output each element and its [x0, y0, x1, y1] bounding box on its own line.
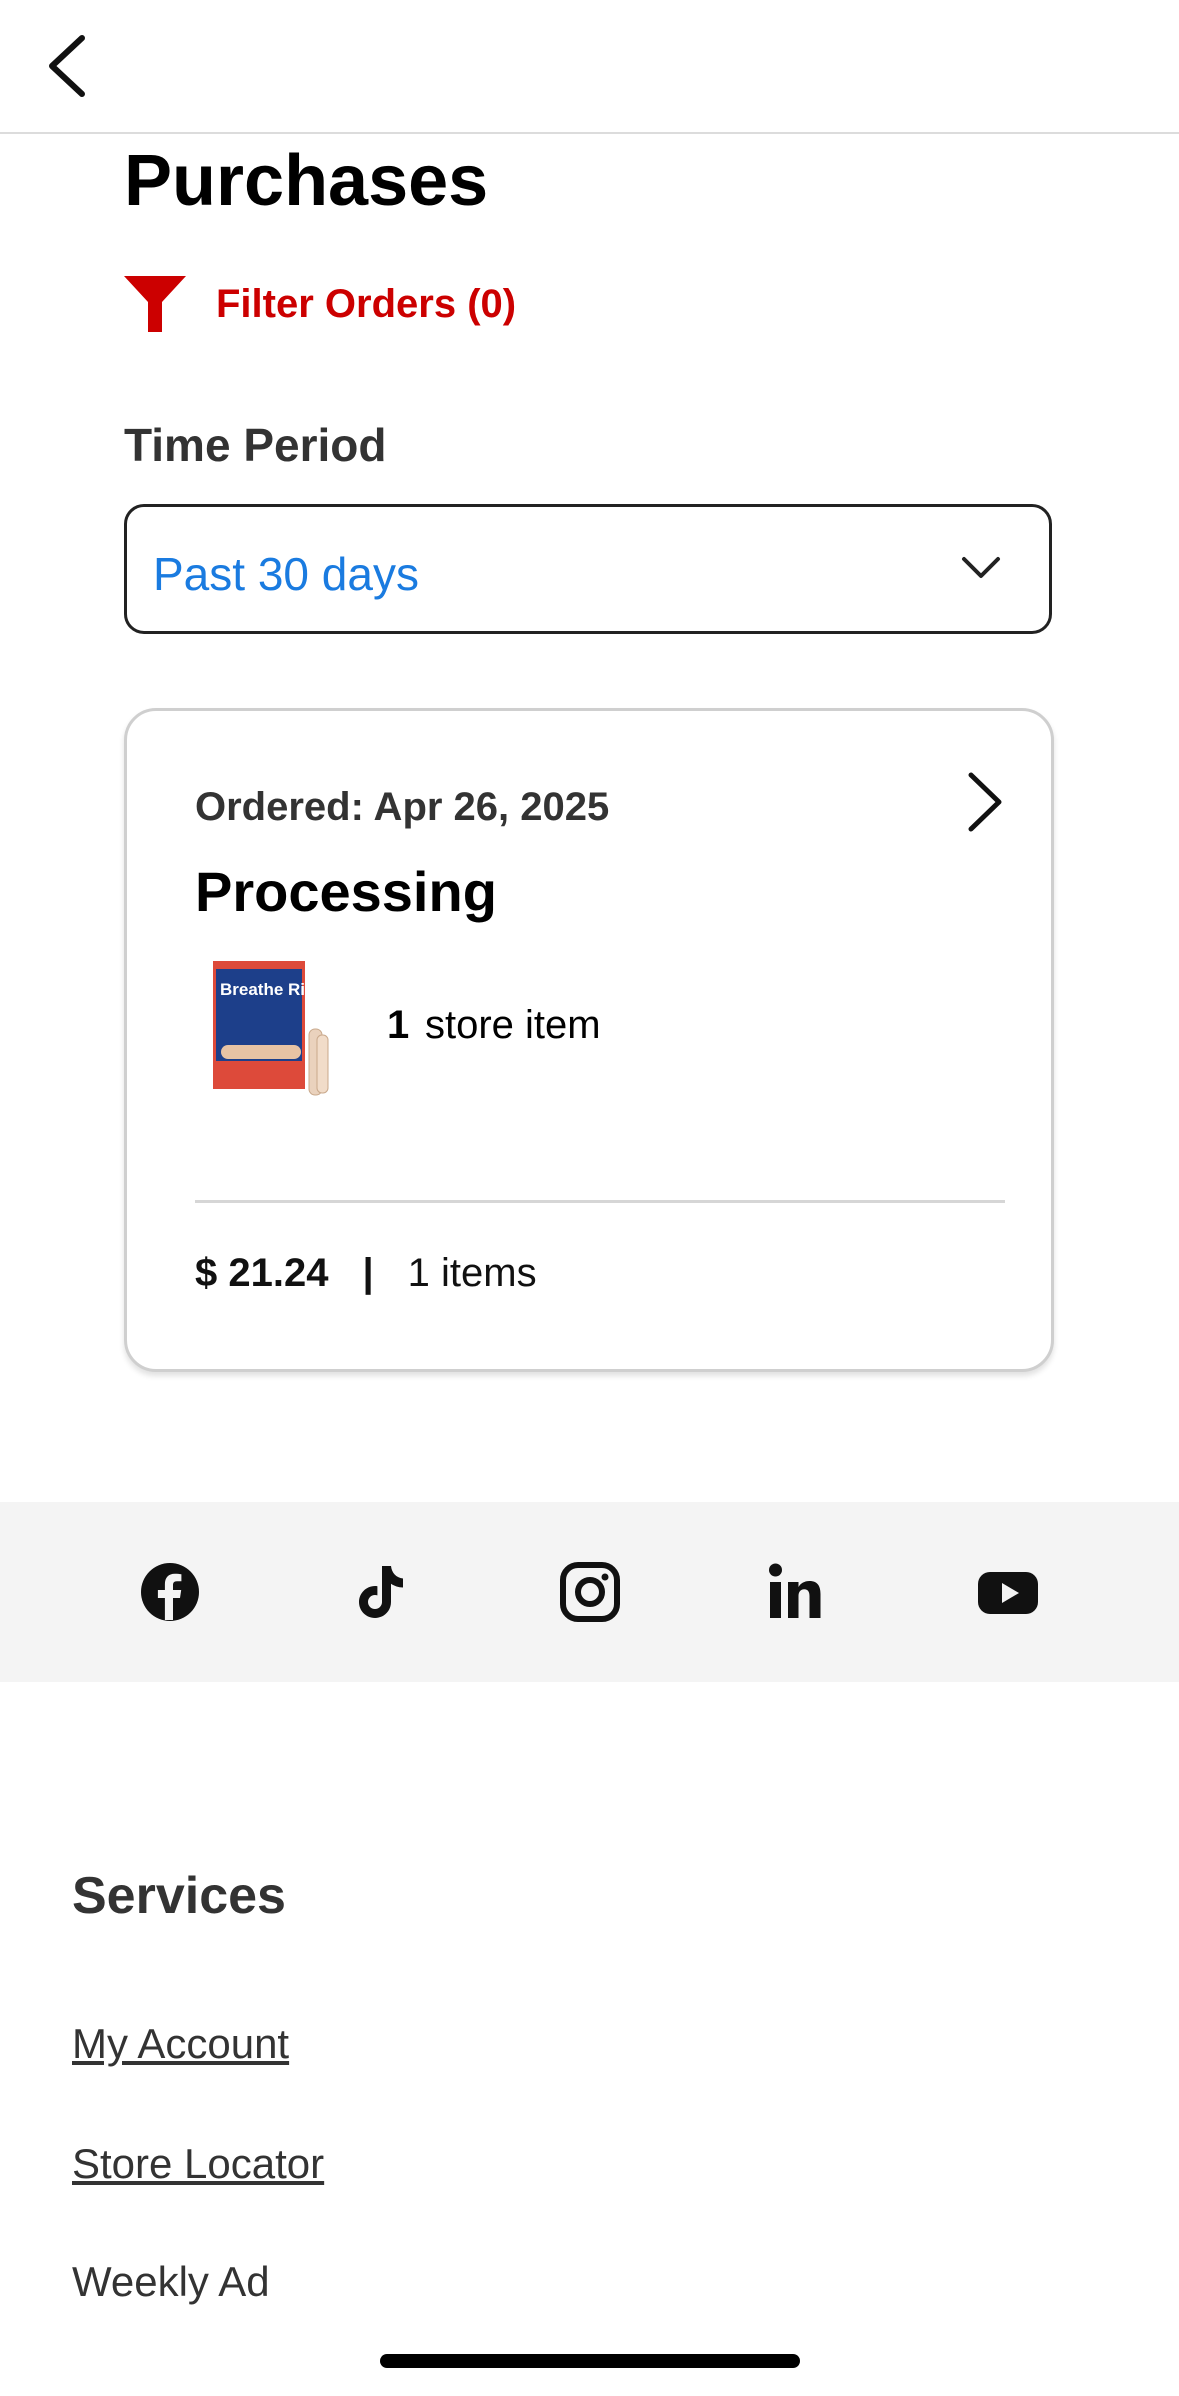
chevron-right-icon[interactable] [965, 771, 1005, 833]
top-navigation-bar [0, 0, 1179, 134]
tiktok-icon[interactable] [348, 1560, 412, 1624]
store-item-label: store item [425, 1003, 601, 1047]
chevron-down-icon [962, 557, 1000, 578]
filter-orders-label: Filter Orders (0) [216, 281, 517, 326]
instagram-icon[interactable] [558, 1560, 622, 1624]
time-period-value: Past 30 days [153, 548, 419, 600]
services-heading: Services [72, 1867, 286, 1925]
chevron-left-icon [49, 35, 85, 97]
facebook-icon[interactable] [138, 1560, 202, 1624]
order-total: $ 21.24 [195, 1251, 329, 1295]
order-date: Ordered: Apr 26, 2025 [195, 785, 610, 829]
filter-orders-button[interactable]: Filter Orders (0) [124, 272, 516, 336]
social-links-bar [0, 1502, 1179, 1682]
store-item-count: 1 [387, 1003, 410, 1047]
time-period-label: Time Period [124, 419, 387, 471]
footer-link-my-account[interactable]: My Account [72, 2020, 289, 2068]
order-status: Processing [195, 860, 497, 923]
product-thumbnail: Breathe Right [213, 961, 332, 1096]
back-button[interactable] [36, 26, 100, 106]
linkedin-icon[interactable] [766, 1560, 830, 1624]
summary-separator: | [362, 1251, 374, 1295]
home-indicator [380, 2354, 800, 2368]
youtube-icon[interactable] [976, 1560, 1040, 1624]
time-period-select[interactable]: Past 30 days [124, 504, 1052, 634]
product-brand-text: Breathe Right [220, 980, 332, 999]
filter-icon [124, 276, 186, 332]
order-summary: $ 21.24 | 1 items [195, 1251, 537, 1296]
page-title: Purchases [124, 141, 489, 221]
footer-link-weekly-ad[interactable]: Weekly Ad [72, 2258, 270, 2306]
order-item-count: 1 items [407, 1251, 537, 1295]
footer-link-store-locator[interactable]: Store Locator [72, 2140, 324, 2188]
order-card[interactable]: Ordered: Apr 26, 2025 Processing Breathe… [124, 708, 1054, 1372]
card-divider [195, 1200, 1005, 1203]
